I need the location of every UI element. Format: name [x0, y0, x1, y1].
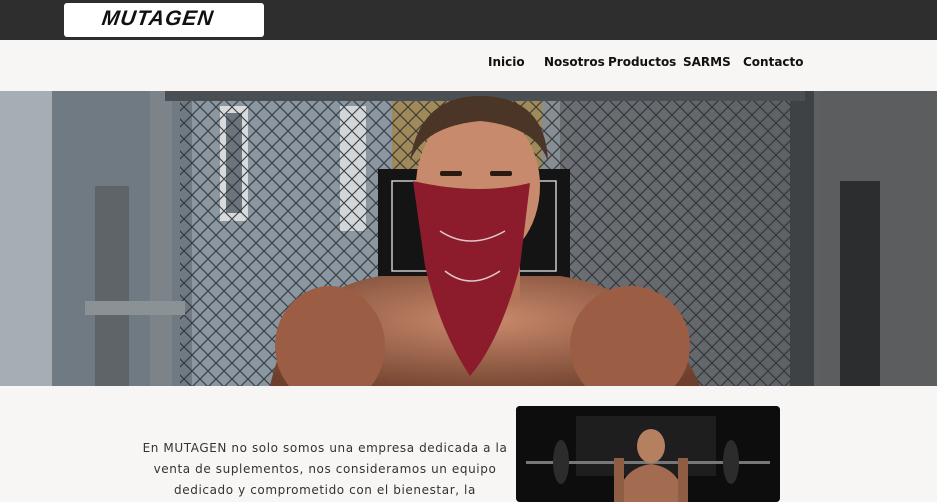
logo-text: MUTAGEN [100, 7, 216, 30]
nav-item-nosotros[interactable]: Nosotros [544, 55, 605, 69]
gym-illustration [516, 406, 780, 502]
about-text: En MUTAGEN no solo somos una empresa ded… [142, 441, 508, 497]
nav-item-productos[interactable]: Productos [608, 55, 676, 69]
hero-illustration [0, 91, 937, 386]
top-bar: MUTAGEN [0, 0, 937, 40]
nav-item-sarms[interactable]: SARMS [683, 55, 731, 69]
nav-item-inicio[interactable]: Inicio [488, 55, 525, 69]
main-nav: Inicio Nosotros Productos SARMS Contacto [0, 40, 937, 91]
about-section: En MUTAGEN no solo somos una empresa ded… [0, 386, 937, 502]
gym-photo [516, 406, 780, 502]
logo[interactable]: MUTAGEN [64, 3, 264, 37]
nav-item-contacto[interactable]: Contacto [743, 55, 804, 69]
hero-image [0, 91, 937, 386]
